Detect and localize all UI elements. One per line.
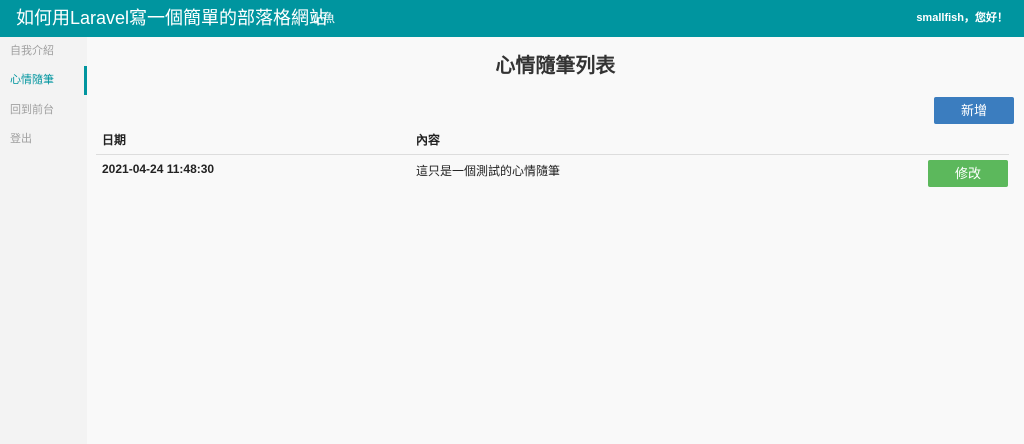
sidebar: 自我介紹 心情隨筆 回到前台 登出 xyxy=(0,37,87,444)
site-subtitle: 小魚 xyxy=(311,11,336,25)
sidebar-item-frontend[interactable]: 回到前台 xyxy=(0,96,87,125)
row-content: 這只是一個測試的心情隨筆 xyxy=(416,164,561,178)
main-content: 心情隨筆列表 新增 日期 內容 2021-04-24 11:48:30 這只是一… xyxy=(87,37,1024,444)
top-navbar: 如何用Laravel寫一個簡單的部落格網站 小魚 smallfish，您好！ xyxy=(0,0,1024,37)
sidebar-item-about[interactable]: 自我介紹 xyxy=(0,37,87,66)
site-brand-link[interactable]: 如何用Laravel寫一個簡單的部落格網站 xyxy=(16,0,327,37)
table-header-divider xyxy=(96,154,1009,155)
user-greeting[interactable]: smallfish，您好！ xyxy=(916,0,1008,37)
page-title: 心情隨筆列表 xyxy=(495,55,616,77)
column-header-content: 內容 xyxy=(416,133,441,147)
sidebar-item-journal[interactable]: 心情隨筆 xyxy=(0,66,87,95)
column-header-date: 日期 xyxy=(102,133,127,147)
sidebar-item-logout[interactable]: 登出 xyxy=(0,125,87,154)
edit-button[interactable]: 修改 xyxy=(928,160,1008,187)
row-date: 2021-04-24 11:48:30 xyxy=(102,162,215,176)
add-button[interactable]: 新增 xyxy=(934,97,1014,124)
